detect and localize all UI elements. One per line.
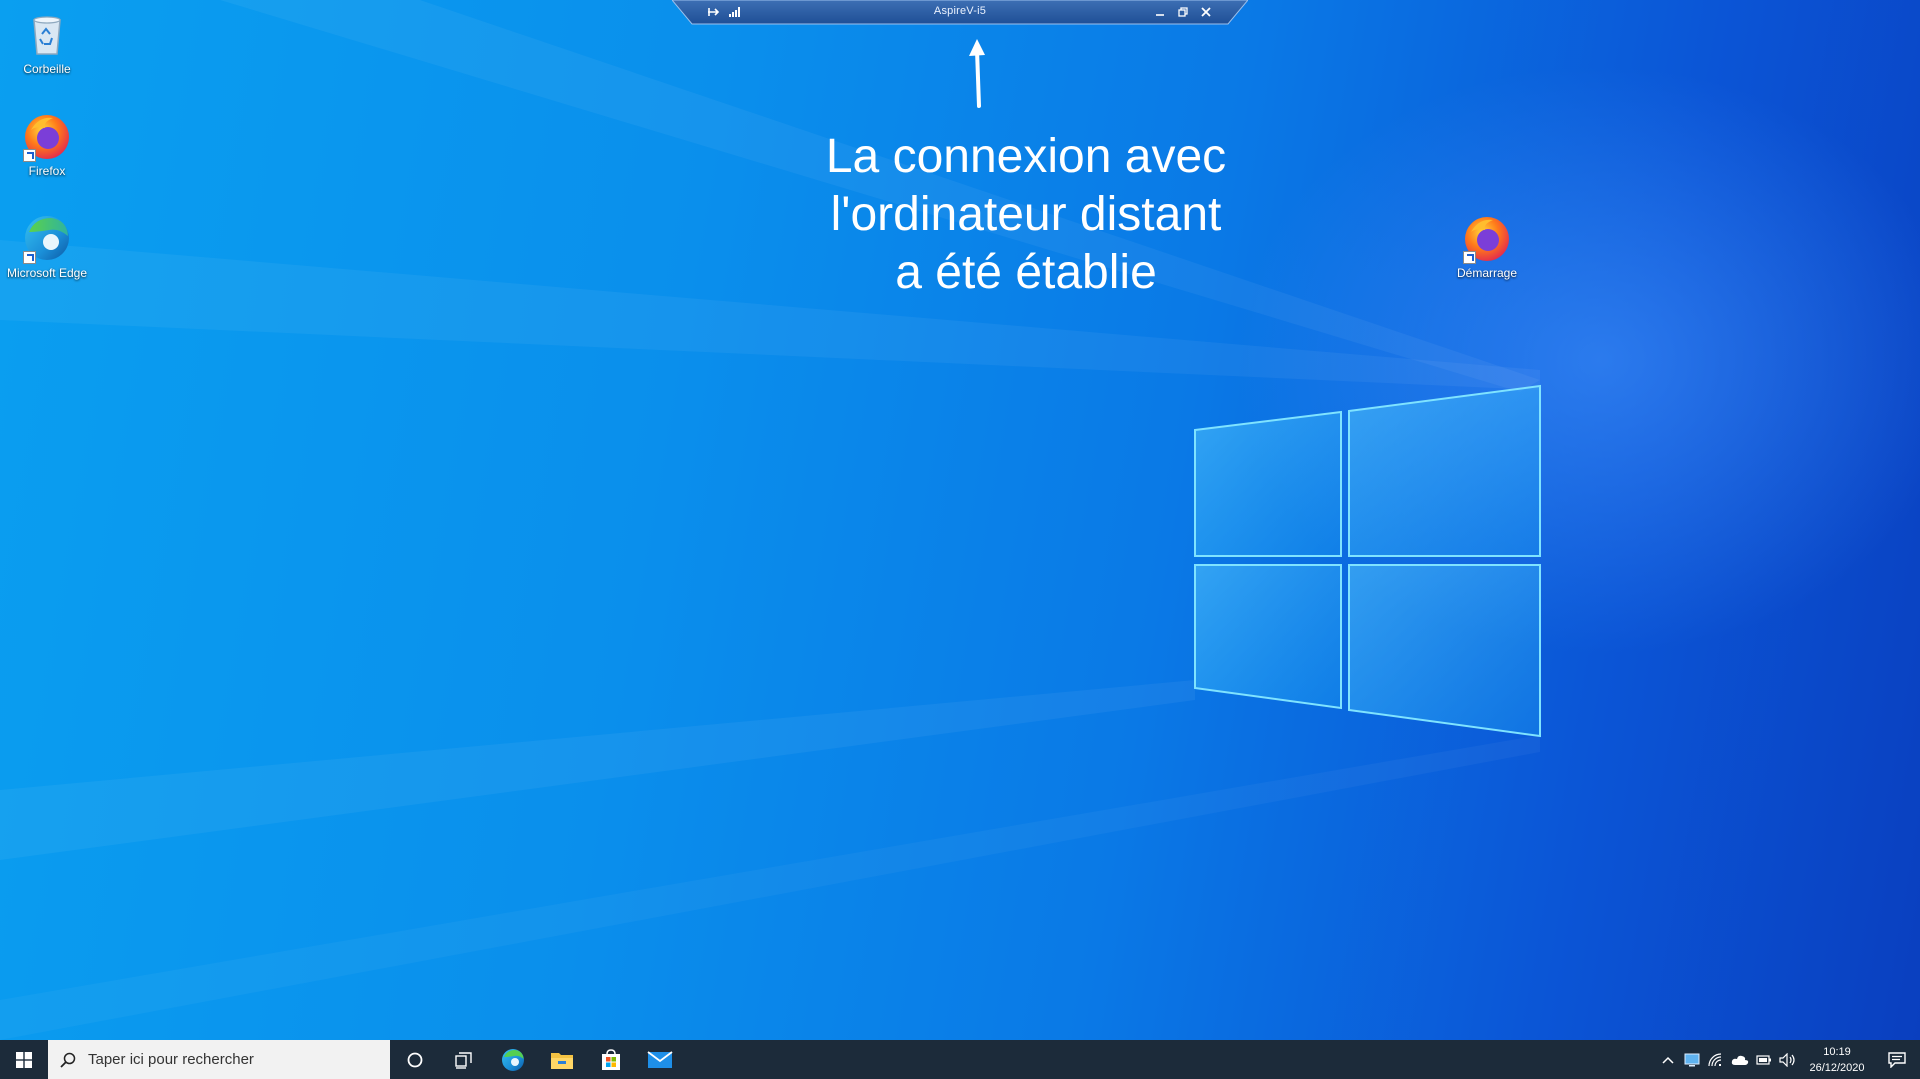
taskbar-store-button[interactable]: [586, 1040, 635, 1079]
annotation-line: a été établie: [895, 246, 1157, 299]
task-view-button[interactable]: [439, 1040, 488, 1079]
cortana-button[interactable]: [390, 1040, 439, 1079]
taskbar-mail-button[interactable]: [635, 1040, 684, 1079]
firefox-icon: [21, 110, 73, 162]
taskbar-edge-button[interactable]: [488, 1040, 537, 1079]
store-icon: [601, 1048, 620, 1070]
desktop-icon-microsoft-edge[interactable]: Microsoft Edge: [0, 212, 94, 280]
clock-date: 26/12/2020: [1809, 1061, 1865, 1074]
clock-time: 10:19: [1823, 1045, 1851, 1058]
volume-icon[interactable]: [1776, 1040, 1800, 1079]
desktop-icon-label: Firefox: [28, 164, 66, 178]
onedrive-icon[interactable]: [1728, 1040, 1752, 1079]
remote-desktop-connection-bar[interactable]: AspireV-i5: [672, 0, 1248, 26]
annotation-line: La connexion avec: [825, 130, 1227, 183]
task-view-icon: [454, 1051, 472, 1069]
search-placeholder: Taper ici pour rechercher: [88, 1051, 254, 1068]
desktop-icon-firefox[interactable]: Firefox: [0, 110, 94, 178]
system-tray: 10:19 26/12/2020: [1656, 1040, 1920, 1079]
notification-icon: [1888, 1051, 1906, 1068]
taskbar: Taper ici pour rechercher 10:19 26/12/20…: [0, 1040, 1920, 1079]
mail-icon: [646, 1050, 673, 1068]
file-explorer-icon: [550, 1052, 573, 1069]
action-center-button[interactable]: [1874, 1040, 1920, 1079]
search-icon: [60, 1052, 76, 1068]
shortcut-arrow-icon: [1463, 251, 1476, 264]
windows-logo: [1194, 384, 1541, 738]
windows-start-icon: [16, 1051, 32, 1068]
remote-desktop-tray-icon[interactable]: [1680, 1040, 1704, 1079]
annotation-line: l'ordinateur distant: [830, 188, 1222, 241]
taskbar-clock[interactable]: 10:19 26/12/2020: [1800, 1044, 1874, 1076]
wifi-icon[interactable]: [1704, 1040, 1728, 1079]
desktop-icon-label: Corbeille: [23, 62, 71, 76]
show-hidden-icons-chevron-icon[interactable]: [1656, 1040, 1680, 1079]
shortcut-arrow-icon: [23, 251, 36, 264]
cortana-icon: [407, 1052, 422, 1067]
recycle-bin-icon: [21, 8, 73, 60]
taskbar-search-box[interactable]: Taper ici pour rechercher: [48, 1040, 390, 1079]
desktop: Corbeille Firefox Microsoft Edge Démarra…: [0, 0, 1920, 1040]
start-button[interactable]: [0, 1040, 48, 1079]
taskbar-file-explorer-button[interactable]: [537, 1040, 586, 1079]
shortcut-arrow-icon: [23, 149, 36, 162]
desktop-icon-label: Microsoft Edge: [6, 266, 88, 280]
annotation-arrow: [969, 39, 985, 108]
minimize-icon[interactable]: [1151, 3, 1169, 21]
battery-icon[interactable]: [1752, 1040, 1776, 1079]
desktop-icon-recycle-bin[interactable]: Corbeille: [0, 8, 94, 76]
edge-icon: [21, 212, 73, 264]
desktop-icon-label: Démarrage: [1456, 266, 1518, 280]
close-icon[interactable]: [1197, 3, 1215, 21]
desktop-icon-demarrage[interactable]: Démarrage: [1440, 212, 1534, 280]
restore-icon[interactable]: [1174, 3, 1192, 21]
firefox-icon: [1461, 212, 1513, 264]
edge-icon: [501, 1048, 524, 1071]
annotation-caption: La connexion avec l'ordinateur distant a…: [776, 128, 1276, 302]
